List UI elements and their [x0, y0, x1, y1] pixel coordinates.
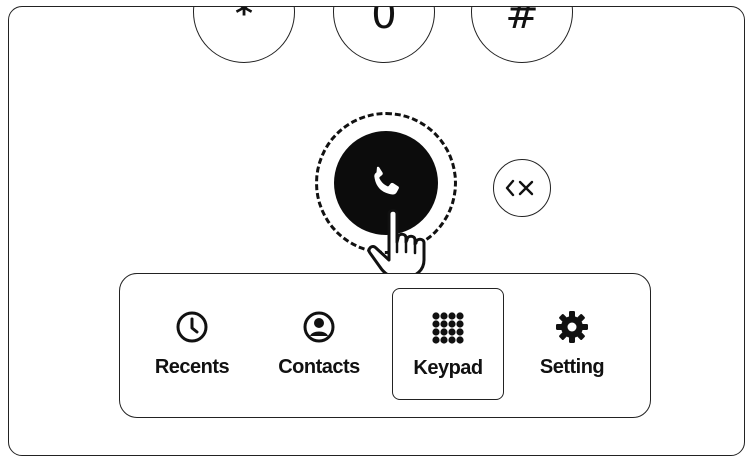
key-zero-label: 0	[371, 6, 397, 38]
person-circle-icon	[303, 311, 335, 343]
key-hash-button[interactable]: #	[471, 6, 573, 63]
clock-icon	[176, 311, 208, 343]
tab-recents-label: Recents	[154, 356, 230, 378]
phone-icon	[374, 166, 399, 195]
tab-keypad-label: Keypad	[413, 357, 483, 379]
tab-recents[interactable]: Recents	[136, 288, 248, 400]
backspace-button[interactable]	[493, 159, 551, 217]
gear-icon	[556, 311, 588, 343]
phone-dialer-screen: * 0 # Recents Contacts Keypad Setting	[8, 6, 745, 456]
tab-keypad[interactable]: Keypad	[392, 288, 504, 400]
tab-contacts-label: Contacts	[278, 356, 360, 378]
pointing-hand-icon	[367, 208, 426, 279]
tab-setting[interactable]: Setting	[516, 288, 628, 400]
key-zero-button[interactable]: 0	[333, 6, 435, 63]
backspace-icon	[505, 179, 534, 197]
tab-setting-label: Setting	[539, 356, 605, 378]
key-star-button[interactable]: *	[193, 6, 295, 63]
key-hash-label: #	[505, 6, 539, 38]
tab-contacts[interactable]: Contacts	[263, 288, 375, 400]
key-star-label: *	[235, 6, 253, 34]
bottom-tab-bar: Recents Contacts Keypad Setting	[119, 273, 651, 418]
keypad-grid-icon	[432, 312, 464, 344]
